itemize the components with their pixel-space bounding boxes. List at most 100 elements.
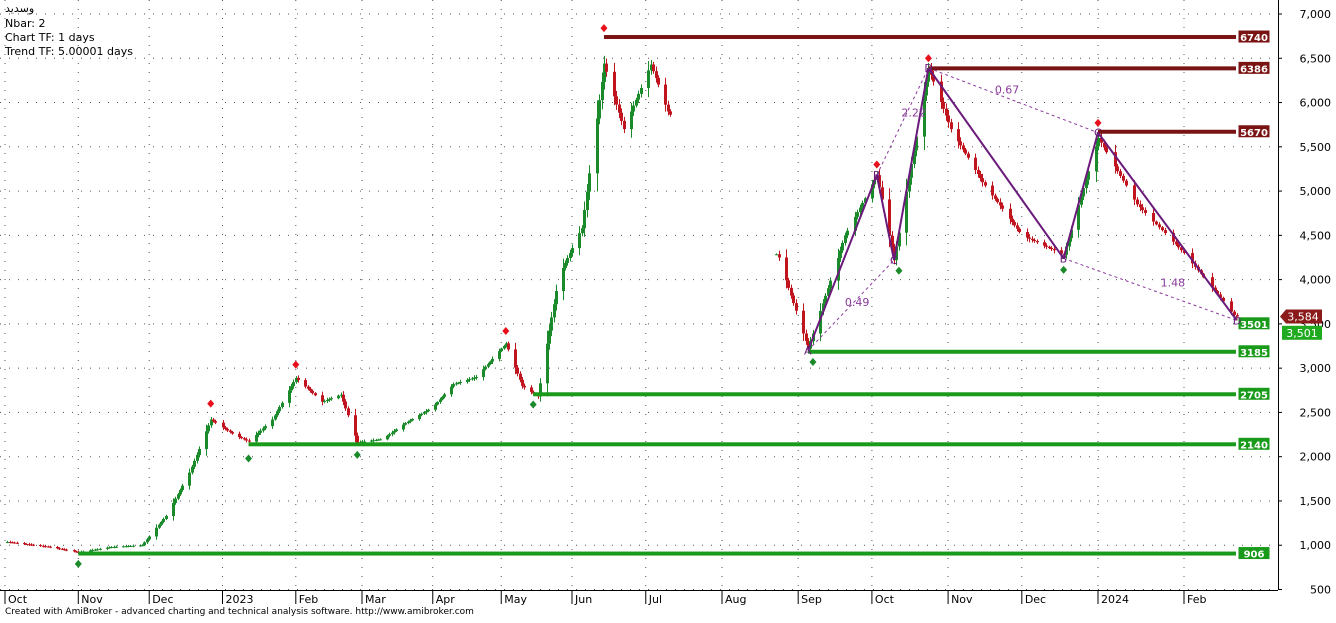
candle-body: [443, 394, 446, 397]
candle-body: [667, 104, 670, 112]
y-tick-label: 1,000: [1300, 539, 1332, 552]
candle-body: [564, 262, 567, 268]
candle-body: [964, 149, 967, 154]
candle-body: [311, 390, 314, 394]
swing-high-marker: [600, 24, 608, 33]
x-tick-label: 2023: [226, 593, 254, 606]
candle-body: [790, 287, 793, 296]
candle-body: [977, 169, 980, 175]
candle-body: [56, 547, 59, 549]
candle-body: [207, 425, 210, 432]
y-tick-label: 4,000: [1300, 274, 1332, 287]
candle-body: [330, 398, 333, 400]
support-level-line: [808, 349, 1236, 354]
candle-body: [635, 99, 638, 106]
x-tick-label: Dec: [1025, 593, 1046, 606]
candle-body: [262, 428, 265, 431]
support-level-label: 906: [1244, 550, 1265, 561]
candle-body: [841, 242, 844, 251]
candle-body: [1011, 218, 1014, 223]
candle-body: [583, 209, 586, 229]
candle-body: [148, 536, 151, 540]
candle-body: [1053, 249, 1056, 251]
y-tick-label: 5,000: [1300, 185, 1332, 198]
candle-body: [393, 431, 396, 433]
pattern-ratio-label: 0.67: [995, 84, 1020, 97]
candle-body: [947, 115, 950, 123]
candle-body: [304, 380, 307, 387]
candle-body: [523, 385, 526, 388]
candle-body: [1028, 237, 1031, 239]
candle-body: [146, 539, 149, 543]
candle-body: [165, 516, 168, 519]
nbar-label: Nbar: 2: [5, 17, 46, 30]
candle-body: [566, 258, 569, 263]
candle-body: [967, 153, 970, 158]
candle-body: [155, 527, 158, 537]
candle-body: [181, 485, 184, 490]
x-tick-label: Dec: [152, 593, 173, 606]
candle-body: [32, 544, 35, 546]
pattern-dashed-line: [1063, 257, 1237, 321]
candle-body: [91, 550, 94, 552]
pattern-point-label: B: [873, 169, 881, 182]
candle-body: [259, 430, 262, 433]
pattern-solid-line: [807, 174, 878, 351]
candle-body: [404, 423, 407, 425]
candle-body: [188, 472, 191, 486]
candle-body: [530, 387, 533, 392]
candle-body: [1133, 185, 1136, 200]
candle-body: [491, 358, 494, 362]
y-tick-label: 6,000: [1300, 97, 1332, 110]
candle-body: [158, 524, 161, 528]
candle-body: [1122, 175, 1125, 181]
candle-body: [562, 267, 565, 292]
symbol-label: وسديد: [5, 2, 35, 15]
candle-body: [1009, 208, 1012, 219]
footer-credit: Created with AmiBroker - advanced charti…: [5, 607, 474, 617]
candle-body: [550, 317, 553, 331]
support-level-label: 2140: [1240, 440, 1268, 451]
candle-body: [516, 367, 519, 374]
x-tick-label: Oct: [875, 593, 895, 606]
candle-body: [129, 545, 132, 547]
candle-body: [245, 439, 248, 441]
candle-body: [962, 145, 965, 150]
y-tick-label: 6,500: [1300, 52, 1332, 65]
candle-body: [248, 440, 251, 442]
candle-body: [231, 432, 234, 434]
candle-body: [65, 549, 68, 551]
candle-body: [276, 411, 279, 416]
candle-body: [1048, 246, 1051, 248]
swing-low-marker: [1060, 265, 1068, 274]
swing-low-marker: [74, 559, 82, 568]
candle-body: [487, 364, 490, 367]
candle-body: [475, 377, 478, 379]
candle-body: [856, 212, 859, 217]
y-tick-label: 5,500: [1300, 141, 1332, 154]
candle-body: [115, 546, 118, 548]
candle-body: [198, 449, 201, 455]
candle-body: [785, 257, 788, 281]
chart-area: 7,000 6,500 6,000 5,500 5,000 4,500 4,000 3,500…: [0, 0, 1336, 619]
resistance-level-line: [928, 66, 1236, 71]
candle-body: [450, 386, 453, 395]
candle-body: [519, 373, 522, 380]
candle-body: [1158, 224, 1161, 228]
candle-body: [264, 426, 267, 429]
candle-body: [1036, 241, 1039, 243]
candle-body: [546, 343, 549, 384]
pattern-point-label: C: [1094, 127, 1102, 140]
resistance-level-label: 5670: [1240, 128, 1268, 139]
candle-body: [39, 545, 42, 547]
y-tick-label: 4,500: [1300, 229, 1332, 242]
bid-price-label: 3,501: [1286, 327, 1318, 340]
candle-body: [441, 396, 444, 400]
support-level-line: [78, 551, 1237, 556]
candle-body: [1043, 242, 1046, 246]
candle-body: [436, 401, 439, 405]
candle-body: [632, 105, 635, 112]
candle-body: [1175, 241, 1178, 245]
candle-body: [957, 129, 960, 142]
candle-body: [1018, 228, 1021, 233]
